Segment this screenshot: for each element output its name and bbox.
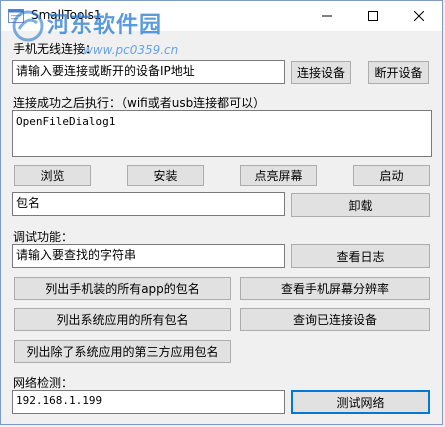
- debug-label: 调试功能：: [13, 230, 74, 244]
- main-window: SmallTools1 河东软件园 www.pc0359.cn 手机无线连接： …: [0, 0, 443, 425]
- title-bar[interactable]: SmallTools1: [1, 1, 442, 31]
- close-button[interactable]: [396, 1, 442, 31]
- command-textarea[interactable]: OpenFileDialog1: [12, 110, 432, 157]
- maximize-button[interactable]: [350, 1, 396, 31]
- uninstall-button[interactable]: 卸载: [291, 193, 430, 217]
- wake-screen-button[interactable]: 点亮屏幕: [240, 165, 317, 186]
- disconnect-device-button[interactable]: 断开设备: [368, 61, 429, 84]
- install-button[interactable]: 安装: [127, 165, 204, 186]
- window-title: SmallTools1: [31, 8, 102, 22]
- after-connect-label: 连接成功之后执行：（wifi或者usb连接都可以）: [13, 96, 266, 110]
- wireless-connect-label: 手机无线连接：: [13, 42, 98, 56]
- list-third-party-packages-button[interactable]: 列出除了系统应用的第三方应用包名: [14, 340, 231, 363]
- launch-button[interactable]: 启动: [353, 165, 430, 186]
- network-ip-input[interactable]: 192.168.1.199: [12, 390, 285, 414]
- view-resolution-button[interactable]: 查看手机屏幕分辨率: [240, 277, 430, 300]
- device-ip-input[interactable]: 请输入要连接或断开的设备IP地址: [12, 60, 285, 84]
- test-network-button[interactable]: 测试网络: [291, 390, 430, 414]
- watermark-url: www.pc0359.cn: [83, 43, 179, 57]
- list-all-packages-button[interactable]: 列出手机装的所有app的包名: [14, 277, 231, 300]
- query-connected-devices-button[interactable]: 查询已连接设备: [240, 308, 430, 331]
- minimize-button[interactable]: [304, 1, 350, 31]
- view-log-button[interactable]: 查看日志: [291, 244, 430, 268]
- package-name-input[interactable]: 包名: [12, 192, 285, 216]
- list-system-packages-button[interactable]: 列出系统应用的所有包名: [14, 308, 231, 331]
- browse-button[interactable]: 浏览: [14, 165, 91, 186]
- app-icon: [8, 9, 24, 23]
- search-string-input[interactable]: 请输入要查找的字符串: [12, 244, 285, 268]
- minimize-icon: [322, 15, 332, 17]
- close-icon: [414, 11, 424, 21]
- maximize-icon: [368, 11, 378, 21]
- network-check-label: 网络检测：: [13, 376, 74, 390]
- connect-device-button[interactable]: 连接设备: [291, 61, 351, 84]
